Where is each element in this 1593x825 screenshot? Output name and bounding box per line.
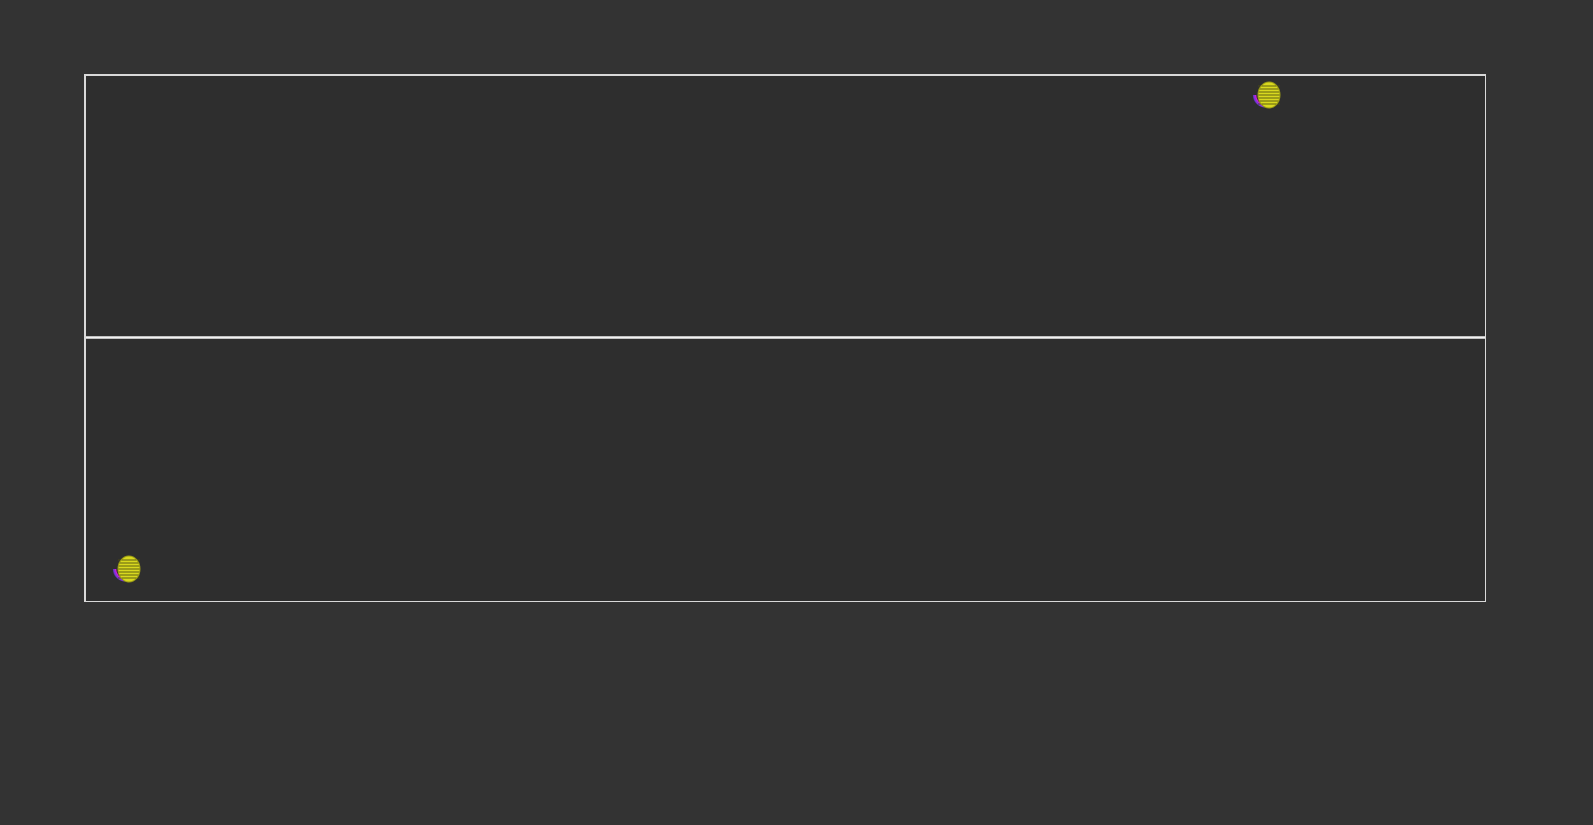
watermark-logo-bottom — [93, 552, 151, 591]
chart-canvas — [84, 336, 1485, 339]
plot-border-left — [84, 74, 86, 602]
climechart-logo-icon — [93, 552, 151, 591]
climechart-logo-icon — [1233, 78, 1291, 117]
watermark-logo-top — [1233, 78, 1291, 117]
plot-border-bottom — [84, 600, 1486, 602]
climate-chart-page — [0, 0, 1593, 825]
plot-border-top — [84, 74, 1486, 76]
chart-plot-area[interactable] — [84, 74, 1485, 601]
plot-border-right — [1484, 74, 1486, 602]
chart-legend — [0, 648, 1593, 825]
